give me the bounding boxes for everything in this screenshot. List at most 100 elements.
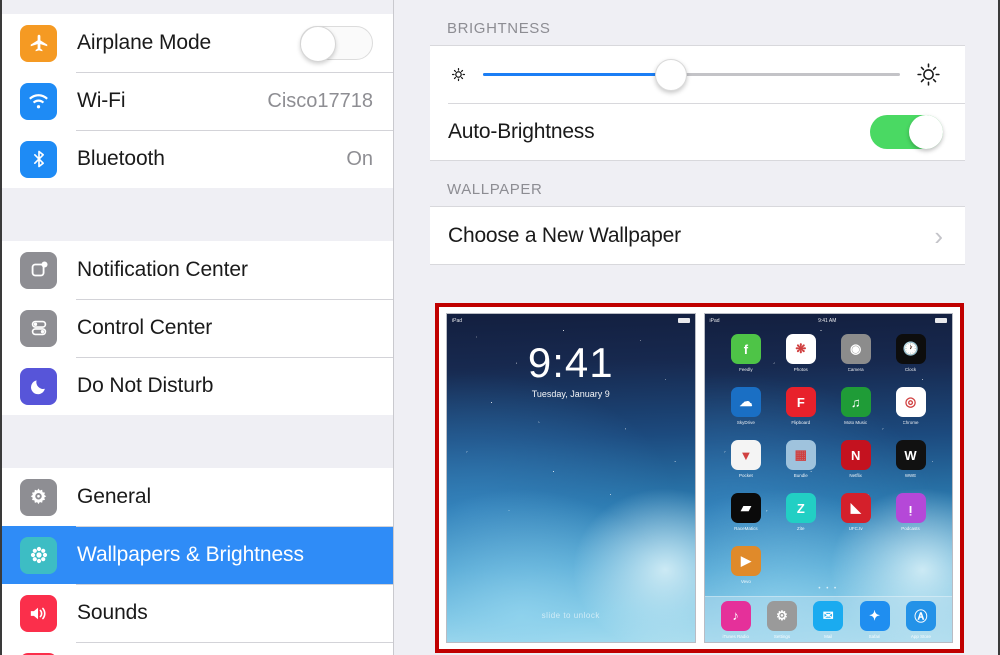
sidebar-item-wallpapers-brightness[interactable]: Wallpapers & Brightness (2, 526, 393, 584)
app-label: RaceMatics (734, 526, 758, 531)
wallpapers-brightness-panel: BRIGHTNESS Auto-Brightness WALLPAPER Cho… (395, 0, 998, 655)
app-label: Clock (904, 367, 917, 372)
app-settings-gear[interactable]: ⚙ Settings (759, 600, 805, 639)
app-label: Pocket (739, 473, 753, 478)
lock-date: Tuesday, January 9 (531, 389, 610, 399)
sidebar-group-connectivity: Airplane Mode Wi-Fi Cisco17718 Bluetooth… (2, 14, 393, 188)
brightness-section-header: BRIGHTNESS (447, 20, 551, 37)
choose-new-wallpaper-label: Choose a New Wallpaper (448, 223, 681, 247)
sidebar-item-wifi[interactable]: Wi-Fi Cisco17718 (2, 72, 393, 130)
app-clock[interactable]: 🕐 Clock (883, 334, 938, 387)
photos-icon: ❋ (785, 334, 816, 364)
app-label: Settings (773, 633, 791, 639)
auto-brightness-toggle[interactable] (870, 114, 943, 149)
notification-center-icon (20, 251, 57, 289)
sidebar-item-bluetooth[interactable]: Bluetooth On (2, 130, 393, 188)
home-screen-preview[interactable]: iPad 9:41 AM f Feedly ❋ Photos ◉ Camera 🕐 Clock… (703, 313, 953, 643)
clock-icon: 🕐 (895, 334, 926, 364)
sidebar-item-label: Wallpapers & Brightness (77, 543, 304, 566)
auto-brightness-row[interactable]: Auto-Brightness (430, 103, 965, 160)
app-label: Flipboard (791, 420, 811, 425)
app-label: SkyDrive (736, 420, 755, 425)
app-label: Camera (847, 367, 864, 372)
app-safari-compass[interactable]: ✦ Safari (851, 600, 897, 639)
chevron-right-icon: › (934, 220, 943, 251)
brightness-slider[interactable] (469, 58, 914, 91)
status-clock-label: 9:41 AM (818, 317, 837, 324)
sidebar-group-device: General Wallpapers & Brightness Sounds (2, 468, 393, 655)
bluetooth-state-value: On (346, 147, 373, 170)
app-chrome[interactable]: ◎ Chrome (883, 387, 938, 440)
wifi-icon (20, 82, 57, 120)
sidebar-group-system: Notification Center Control Center Do No… (2, 241, 393, 415)
podcasts-icon: ᴉ (895, 493, 926, 523)
app-netflix[interactable]: N Netflix (828, 440, 883, 493)
app-camera[interactable]: ◉ Camera (828, 334, 883, 387)
sidebar-group-separator (2, 188, 393, 241)
app-race[interactable]: ▰ RaceMatics (719, 493, 774, 546)
choose-new-wallpaper-row[interactable]: Choose a New Wallpaper › (430, 207, 965, 264)
slider-track[interactable] (483, 58, 900, 91)
app-skydrive[interactable]: ☁ SkyDrive (719, 387, 774, 440)
sidebar-item-label: Airplane Mode (77, 31, 212, 54)
preview-status-bar: iPad (447, 314, 695, 327)
sidebar-item-label: Control Center (77, 316, 213, 339)
wallpaper-card: Choose a New Wallpaper › (430, 206, 965, 265)
sidebar-item-label: Wi-Fi (77, 89, 126, 112)
app-pocket[interactable]: ▼ Pocket (719, 440, 774, 493)
sidebar-item-general[interactable]: General (2, 468, 393, 526)
app-itunes-radio[interactable]: ♪ iTunes Radio (713, 600, 759, 639)
app-label: Podcasts (901, 526, 920, 531)
sidebar-item-label: Bluetooth (77, 147, 165, 170)
app-label: iTunes Radio (722, 633, 749, 639)
sidebar-item-label: Notification Center (77, 258, 248, 281)
feedly-icon: f (730, 334, 761, 364)
app-label: UFC.tv (848, 526, 863, 531)
auto-brightness-label: Auto-Brightness (448, 119, 595, 143)
app-label: Feedly (739, 367, 753, 372)
sidebar-item-do-not-disturb[interactable]: Do Not Disturb (2, 357, 393, 415)
app-app-store[interactable]: Ⓐ App Store (898, 600, 944, 639)
battery-icon (935, 318, 947, 323)
sidebar-top-gap (2, 0, 393, 14)
status-carrier-label: iPad (709, 317, 720, 324)
lock-screen-clock: 9:41 Tuesday, January 9 (447, 342, 695, 400)
app-ufc[interactable]: ◣ UFC.tv (828, 493, 883, 546)
slider-thumb[interactable] (654, 58, 687, 91)
slider-fill (483, 73, 671, 76)
control-center-icon (20, 309, 57, 347)
app-wwe[interactable]: W WWE (883, 440, 938, 493)
airplane-mode-toggle[interactable] (300, 26, 373, 62)
sidebar-item-control-center[interactable]: Control Center (2, 299, 393, 357)
skydrive-icon: ☁ (730, 387, 761, 417)
ufc-icon: ◣ (840, 493, 871, 523)
app-label: Chrome (902, 420, 919, 425)
home-screen-app-grid[interactable]: f Feedly ❋ Photos ◉ Camera 🕐 Clock ☁ SkyDrive F Fli… (705, 334, 953, 596)
lock-screen-preview[interactable]: iPad 9:41 Tuesday, January 9 slide to un… (446, 313, 696, 643)
app-zite[interactable]: Z Zite (773, 493, 828, 546)
speaker-icon (20, 594, 57, 632)
sidebar-item-airplane-mode[interactable]: Airplane Mode (2, 14, 393, 72)
app-flipboard[interactable]: F Flipboard (773, 387, 828, 440)
app-folder[interactable]: ▦ Bundle (773, 440, 828, 493)
app-photos[interactable]: ❋ Photos (773, 334, 828, 387)
app-feedly[interactable]: f Feedly (719, 334, 774, 387)
netflix-icon: N (840, 440, 871, 470)
app-headphones[interactable]: ♫ Moto Music (828, 387, 883, 440)
settings-sidebar[interactable]: Airplane Mode Wi-Fi Cisco17718 Bluetooth… (2, 0, 394, 655)
sun-small-icon (448, 64, 469, 85)
settings-gear-icon: ⚙ (766, 600, 797, 631)
app-label: Netflix (849, 473, 862, 478)
sidebar-item-notification-center[interactable]: Notification Center (2, 241, 393, 299)
app-label: Bundle (793, 473, 808, 478)
brightness-card: Auto-Brightness (430, 45, 965, 161)
app-podcasts[interactable]: ᴉ Podcasts (883, 493, 938, 546)
zite-icon: Z (785, 493, 816, 523)
brightness-slider-row[interactable] (430, 46, 965, 103)
home-screen-dock[interactable]: ♪ iTunes Radio ⚙ Settings ✉ Mail ✦ Safari Ⓐ App S… (704, 596, 952, 642)
sidebar-item-sounds[interactable]: Sounds (2, 584, 393, 642)
sidebar-item-passcode[interactable]: Passcode (2, 642, 393, 655)
sidebar-item-label: General (77, 485, 152, 508)
app-mail[interactable]: ✉ Mail (805, 600, 851, 639)
do-not-disturb-moon-icon (20, 367, 57, 405)
